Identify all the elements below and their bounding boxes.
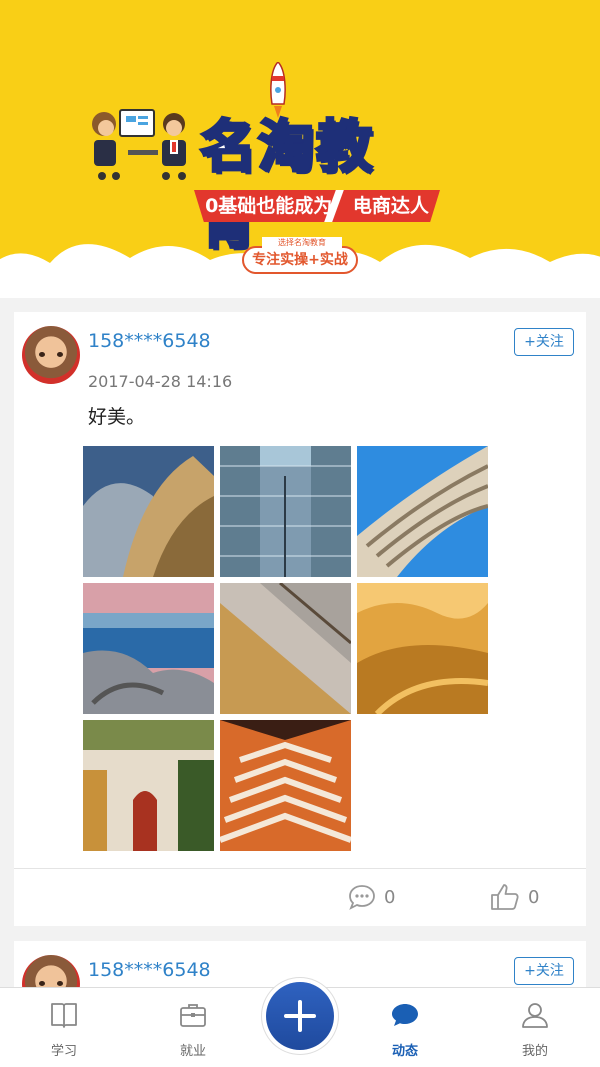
tab-label: 动态 (391, 1044, 418, 1059)
tab-study[interactable]: 学习 (14, 988, 114, 1067)
brand-title: 名淘教育 (199, 114, 374, 258)
card-divider (14, 868, 586, 869)
office-workers-illustration (92, 109, 186, 180)
banner-tagline: 选择名淘教育 (262, 237, 342, 248)
like-stat[interactable]: 0 (490, 880, 539, 914)
tab-label: 学习 (50, 1044, 77, 1059)
book-icon (51, 1003, 77, 1028)
ribbon-text: 0基础也能成为 (205, 195, 333, 217)
photo-thumbnail[interactable] (220, 583, 351, 714)
post-timestamp: 2017-04-28 14:16 (88, 372, 233, 391)
username[interactable]: 158****6548 (88, 330, 211, 352)
follow-button[interactable]: +关注 (514, 328, 574, 356)
tab-label: 就业 (179, 1044, 206, 1059)
avatar[interactable] (22, 326, 80, 384)
photo-thumbnail[interactable] (83, 720, 214, 851)
add-post-button-fill (266, 982, 334, 1050)
comment-count: 0 (384, 886, 396, 908)
add-post-button[interactable] (262, 978, 338, 1054)
tab-jobs[interactable]: 就业 (143, 988, 243, 1067)
follow-button[interactable]: +关注 (514, 957, 574, 985)
photo-thumbnail[interactable] (357, 446, 488, 577)
post-card[interactable]: 158****6548 +关注 2017-04-28 14:16 好美。 0 0 (14, 312, 586, 926)
post-content: 好美。 (88, 406, 146, 428)
banner-pill: 专注实操+实战 (242, 246, 358, 274)
chat-bubble-icon (392, 1004, 418, 1026)
tab-me[interactable]: 我的 (485, 988, 585, 1067)
photo-thumbnail[interactable] (83, 583, 214, 714)
photo-gallery (83, 446, 489, 851)
tab-label: 我的 (521, 1044, 548, 1059)
photo-thumbnail[interactable] (220, 446, 351, 577)
photo-thumbnail[interactable] (357, 583, 488, 714)
photo-thumbnail[interactable] (220, 720, 351, 851)
briefcase-icon (180, 1004, 206, 1027)
comment-icon (349, 885, 375, 910)
banner-ribbon: 0基础也能成为 电商达人 (194, 190, 440, 222)
tab-activity[interactable]: 动态 (355, 988, 455, 1067)
plus-icon (284, 1000, 316, 1032)
thumbs-up-icon (491, 884, 519, 910)
promo-banner[interactable]: 名淘教育 0基础也能成为 电商达人 专注实操+实战 选择名淘教育 (0, 0, 600, 298)
username[interactable]: 158****6548 (88, 959, 211, 981)
comment-stat[interactable]: 0 (348, 880, 395, 914)
person-icon (522, 1003, 548, 1028)
like-count: 0 (528, 886, 540, 908)
photo-thumbnail[interactable] (83, 446, 214, 577)
ribbon-text-2: 电商达人 (352, 195, 429, 217)
